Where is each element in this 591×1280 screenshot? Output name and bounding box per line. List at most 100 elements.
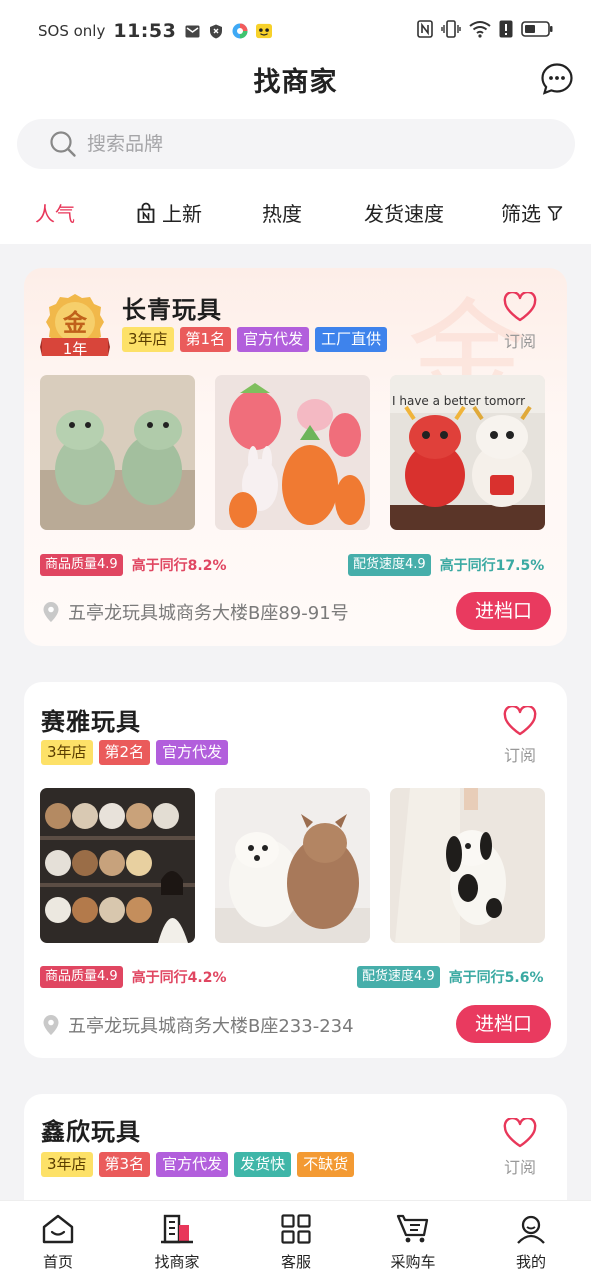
nav-home[interactable]: 首页	[18, 1213, 98, 1272]
shop-name[interactable]: 鑫欣玩具	[41, 1112, 141, 1147]
nav-label: 找商家	[154, 1253, 200, 1271]
speed-score: 配货速度4.9	[357, 966, 440, 988]
product-image[interactable]	[40, 788, 195, 943]
nav-customer-service[interactable]: 客服	[256, 1213, 336, 1272]
tag-store-age: 3年店	[41, 740, 93, 765]
grid-icon	[281, 1214, 311, 1244]
shop-tags: 3年店 第3名 官方代发 发货快 不缺货	[41, 1152, 355, 1177]
quality-metric: 商品质量4.9 高于同行8.2%	[40, 554, 227, 576]
battery-icon	[521, 20, 553, 42]
gold-badge: 金 1年	[40, 292, 110, 358]
quality-metric: 商品质量4.9 高于同行4.2%	[40, 966, 227, 988]
location-pin-icon	[43, 1015, 59, 1035]
product-image[interactable]	[390, 788, 545, 943]
building-icon	[161, 1214, 193, 1244]
speed-score: 配货速度4.9	[348, 554, 431, 576]
heart-icon	[503, 704, 537, 736]
tag-rank: 第2名	[98, 740, 151, 765]
nav-find-shops[interactable]: 找商家	[137, 1213, 217, 1272]
search-bar[interactable]	[17, 119, 575, 169]
product-thumbnails: I have a better tomorr	[40, 375, 545, 530]
wifi-icon	[469, 20, 491, 42]
filter-icon	[547, 205, 563, 221]
nav-label: 客服	[280, 1253, 311, 1271]
page-title: 找商家	[253, 67, 338, 98]
tag-in-stock: 不缺货	[297, 1152, 355, 1177]
tab-hotness[interactable]: 热度	[262, 198, 302, 227]
product-image[interactable]	[215, 788, 370, 943]
nav-label: 首页	[42, 1253, 73, 1271]
heart-icon	[503, 290, 537, 322]
enter-shop-button[interactable]: 进档口	[456, 1005, 551, 1043]
shop-address: 五亭龙玩具城商务大楼B座233-234	[42, 1012, 354, 1038]
subscribe-button[interactable]: 订阅	[497, 290, 543, 352]
tag-rank: 第1名	[179, 327, 232, 352]
chat-bubble-icon	[541, 63, 573, 95]
clock: 11:53	[113, 20, 177, 42]
quality-score: 商品质量4.9	[40, 966, 123, 988]
badge-gold-text: 金	[63, 308, 87, 337]
speed-compare: 高于同行17.5%	[439, 558, 545, 574]
vibrate-icon	[441, 20, 461, 42]
shop-tags: 3年店 第1名 官方代发 工厂直供	[122, 327, 388, 352]
subscribe-label: 订阅	[503, 746, 536, 765]
tab-popularity[interactable]: 人气	[35, 198, 75, 227]
subscribe-button[interactable]: 订阅	[497, 1116, 543, 1178]
subscribe-label: 订阅	[503, 332, 536, 351]
shop-tags: 3年店 第2名 官方代发	[41, 740, 229, 765]
tab-label: 热度	[262, 202, 302, 226]
tag-dropship: 官方代发	[156, 1152, 229, 1177]
tag-dropship: 官方代发	[156, 740, 229, 765]
location-pin-icon	[43, 602, 59, 622]
enter-shop-button[interactable]: 进档口	[456, 592, 551, 630]
product-image[interactable]	[215, 375, 370, 530]
tab-filter[interactable]: 筛选	[501, 198, 563, 227]
search-section	[0, 108, 591, 180]
product-image[interactable]: I have a better tomorr	[390, 375, 545, 530]
tab-label: 上新	[162, 202, 202, 226]
tag-factory-direct: 工厂直供	[315, 327, 388, 352]
user-icon	[517, 1215, 545, 1244]
tag-rank: 第3名	[98, 1152, 151, 1177]
nav-profile[interactable]: 我的	[491, 1213, 571, 1272]
shop-card[interactable]: 赛雅玩具 3年店 第2名 官方代发 订阅 商品质量4.9 高于同行4.2% 配货…	[24, 682, 567, 1058]
shop-card[interactable]: 金 金 1年 长青玩具 3年店 第1名 官方代发 工厂直供 订阅 I have …	[24, 268, 567, 646]
alert-icon	[499, 20, 513, 42]
app-header: 找商家	[0, 52, 591, 108]
shop-name[interactable]: 长青玩具	[122, 290, 222, 325]
tag-store-age: 3年店	[122, 327, 174, 352]
heart-icon	[503, 1116, 537, 1148]
tab-label: 发货速度	[364, 202, 444, 226]
bottom-navigation: 首页 找商家 客服 采购车 我的	[0, 1200, 591, 1280]
product-thumbnails	[40, 788, 545, 943]
quality-score: 商品质量4.9	[40, 554, 123, 576]
speed-metric: 配货速度4.9 高于同行5.6%	[357, 966, 544, 988]
badge-years-text: 1年	[62, 340, 88, 358]
subscribe-label: 订阅	[503, 1158, 536, 1177]
carrier-text: SOS only	[38, 22, 106, 40]
app-yellow-icon	[256, 23, 273, 39]
product-image[interactable]	[40, 375, 195, 530]
nav-label: 我的	[515, 1253, 546, 1271]
nav-label: 采购车	[390, 1253, 436, 1271]
shop-name[interactable]: 赛雅玩具	[41, 702, 141, 737]
quality-compare: 高于同行8.2%	[131, 558, 227, 574]
nfc-icon	[417, 20, 433, 42]
subscribe-button[interactable]: 订阅	[497, 704, 543, 766]
sort-tabs: 人气 上新 热度 发货速度 筛选	[0, 180, 591, 244]
nav-cart[interactable]: 采购车	[373, 1213, 453, 1272]
tag-fast-shipping: 发货快	[234, 1152, 292, 1177]
shop-address: 五亭龙玩具城商务大楼B座89-91号	[42, 599, 349, 625]
home-icon	[42, 1214, 74, 1244]
address-text: 五亭龙玩具城商务大楼B座233-234	[68, 1016, 354, 1037]
search-input[interactable]	[87, 133, 507, 155]
message-button[interactable]	[540, 62, 574, 96]
address-text: 五亭龙玩具城商务大楼B座89-91号	[68, 603, 349, 624]
speed-metric: 配货速度4.9 高于同行17.5%	[348, 554, 544, 576]
speed-compare: 高于同行5.6%	[448, 970, 544, 986]
tab-new-arrivals[interactable]: 上新	[136, 198, 202, 227]
new-bag-icon	[137, 202, 155, 223]
mail-icon	[184, 23, 200, 39]
tab-shipping-speed[interactable]: 发货速度	[364, 198, 444, 227]
tab-label: 筛选	[501, 202, 541, 226]
